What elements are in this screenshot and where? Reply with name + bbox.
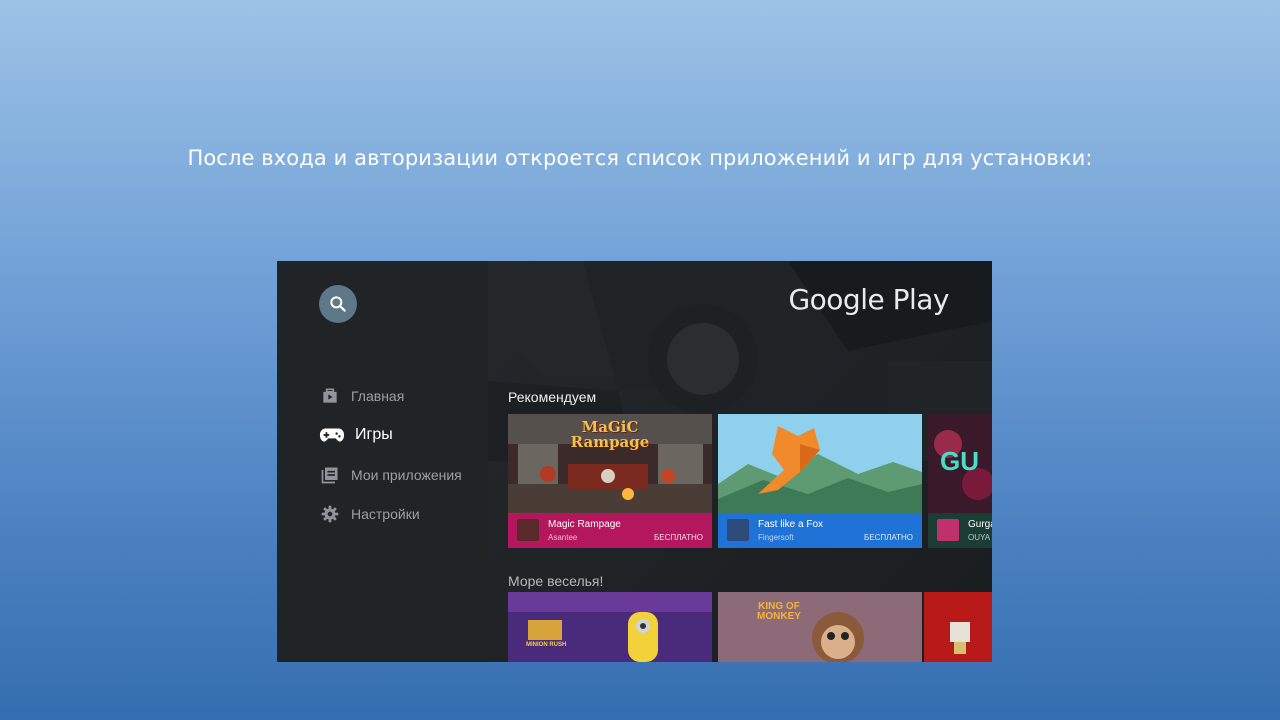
app-card-fast-like-a-fox[interactable]: Fast like a Fox Fingersoft БЕСПЛАТНО [718,414,922,548]
sidebar-item-home[interactable]: Главная [319,384,404,408]
app-card-gurga[interactable]: GU Gurga OUYA G [928,414,992,548]
app-developer: OUYA G [968,533,992,542]
content-area: Google Play Рекомендуем MaGiC Rampage Ma… [488,261,992,662]
magic-rampage-title-art: MaGiC Rampage [570,418,650,451]
google-play-logo: Google Play [788,283,949,316]
gurga-title-art: GU [940,446,979,476]
app-name: Magic Rampage [548,519,621,530]
app-icon [727,519,749,541]
minion-rush-label: MINION RUSH [526,642,567,648]
search-button[interactable] [319,285,357,323]
gamepad-icon [319,424,345,446]
minion-rush-artwork [508,592,712,662]
app-developer: Asantee [548,533,578,542]
app-name: Gurga [968,519,992,530]
slide-caption: После входа и авторизации откроется спис… [187,146,1093,170]
sidebar-item-label: Мои приложения [351,467,462,483]
app-tile-king-of-monkey[interactable]: KING OF MONKEY [718,592,922,662]
sidebar-item-label: Игры [355,426,393,443]
app-card-info: Fast like a Fox Fingersoft БЕСПЛАТНО [718,513,922,548]
app-icon [937,519,959,541]
search-icon [330,296,346,312]
gear-icon [319,503,341,525]
app-card-magic-rampage[interactable]: MaGiC Rampage Magic Rampage Asantee БЕСП… [508,414,712,548]
app-price: БЕСПЛАТНО [654,533,703,542]
play-store-home-icon [319,385,341,407]
app-price: БЕСПЛАТНО [864,533,913,542]
app-card-info: Gurga OUYA G [928,513,992,548]
app-tile-third[interactable] [924,592,992,662]
row-title-fun: Море веселья! [508,573,604,589]
sidebar-item-label: Настройки [351,506,420,522]
sidebar-item-my-apps[interactable]: Мои приложения [319,463,462,487]
fast-like-a-fox-artwork [718,414,922,513]
app-icon [517,519,539,541]
king-of-monkey-label: KING OF MONKEY [757,601,801,622]
app-name: Fast like a Fox [758,519,824,530]
sidebar-item-games[interactable]: Игры [319,423,393,447]
sidebar-item-settings[interactable]: Настройки [319,502,420,526]
app-tile-minion-rush[interactable]: MINION RUSH [508,592,712,662]
my-apps-icon [319,464,341,486]
app-card-info: Magic Rampage Asantee БЕСПЛАТНО [508,513,712,548]
row-title-recommended: Рекомендуем [508,389,597,405]
app-developer: Fingersoft [758,533,794,542]
android-tv-screen: Главная Игры Мои приложения Настройки Go… [277,261,992,662]
sidebar: Главная Игры Мои приложения Настройки [277,261,488,662]
third-tile-artwork [924,592,992,662]
sidebar-item-label: Главная [351,388,405,404]
